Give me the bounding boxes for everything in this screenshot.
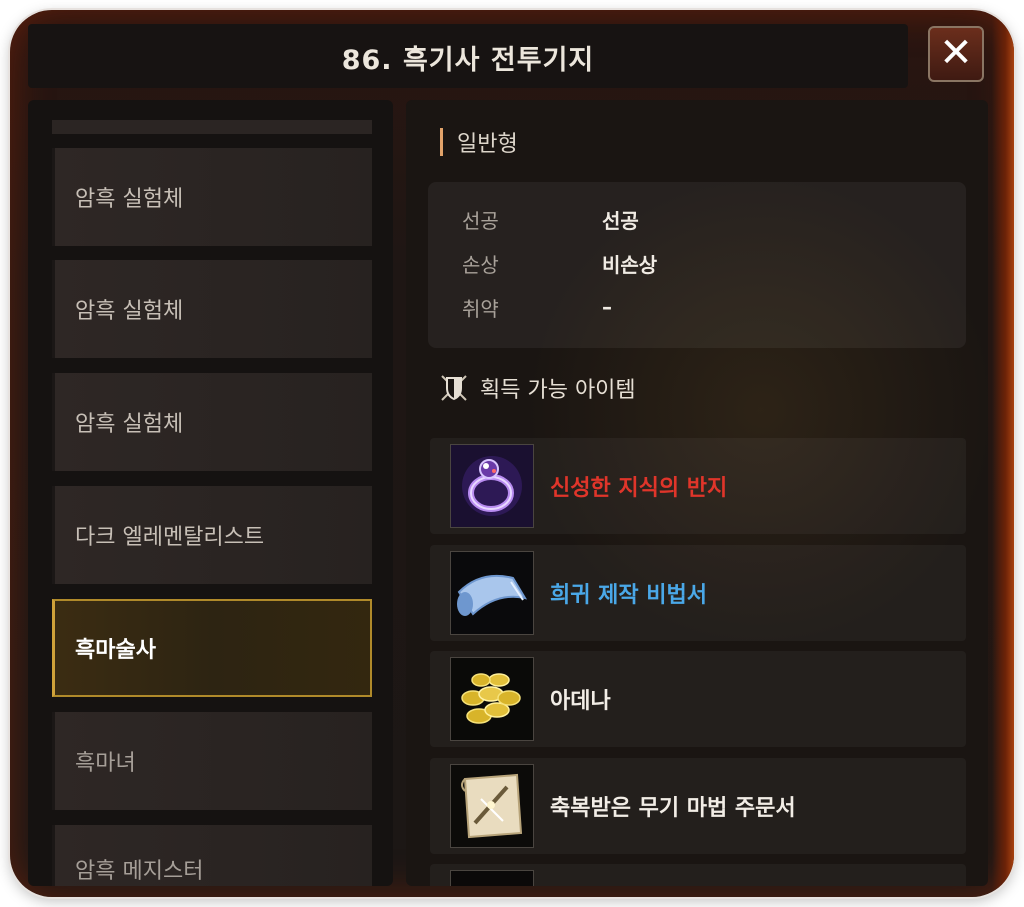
attribute-box: 선공 선공 손상 비손상 취약 –: [428, 182, 966, 348]
monster-name: 흑마녀: [75, 751, 136, 776]
attribute-value: 선공: [602, 208, 639, 233]
attribute-value: –: [602, 295, 612, 319]
title-bar: 86. 흑기사 전투기지: [28, 24, 908, 88]
monster-name: 흑마술사: [75, 638, 156, 663]
purple-ring-icon: [450, 444, 534, 528]
loot-item[interactable]: 신성한 지식의 반지: [430, 438, 966, 534]
monster-item[interactable]: 암흑 실험체: [52, 260, 372, 358]
window-title: 86. 흑기사 전투기지: [341, 45, 595, 76]
item-name: 축복받은 무기 마법 주문서: [550, 796, 796, 821]
gold-coins-icon: [450, 657, 534, 741]
attribute-row: 손상 비손상: [462, 248, 657, 278]
monster-name: 암흑 실험체: [75, 412, 184, 437]
items-heading: 획득 가능 아이템: [480, 378, 636, 403]
monster-detail-panel: 일반형 선공 선공 손상 비손상 취약 – 획득 가능 아이템 신성한 지식의 …: [406, 100, 988, 886]
attribute-row: 선공 선공: [462, 204, 639, 234]
attribute-key: 선공: [462, 208, 499, 233]
attribute-row: 취약 –: [462, 292, 612, 322]
monster-item[interactable]: 암흑 메지스터: [52, 825, 372, 886]
attribute-key: 취약: [462, 296, 499, 321]
loot-item[interactable]: [430, 864, 966, 886]
monster-name: 암흑 실험체: [75, 187, 184, 212]
item-name: 신성한 지식의 반지: [550, 476, 728, 501]
attribute-value: 비손상: [602, 252, 658, 277]
monster-name: 암흑 실험체: [75, 299, 184, 324]
list-scroll-edge: [52, 120, 372, 134]
accent-bar: [440, 128, 443, 156]
item-name: 아데나: [550, 689, 611, 714]
shield-swords-icon: [441, 375, 467, 401]
item-name: 희귀 제작 비법서: [550, 583, 707, 608]
loot-item[interactable]: 축복받은 무기 마법 주문서: [430, 758, 966, 854]
close-button[interactable]: ✕: [928, 26, 984, 82]
monster-item-selected[interactable]: 흑마술사: [52, 599, 372, 697]
monster-name: 다크 엘레멘탈리스트: [75, 525, 265, 550]
monster-type: 일반형: [457, 132, 518, 157]
items-header: 획득 가능 아이템: [438, 372, 636, 404]
monster-name: 암흑 메지스터: [75, 859, 204, 884]
close-icon: ✕: [939, 29, 973, 76]
loot-item[interactable]: 아데나: [430, 651, 966, 747]
monster-type-header: 일반형: [440, 126, 518, 158]
attribute-key: 손상: [462, 252, 499, 277]
monster-list[interactable]: 암흑 실험체 암흑 실험체 암흑 실험체 다크 엘레멘탈리스트 흑마술사 흑마녀…: [28, 100, 393, 886]
monster-item[interactable]: 흑마녀: [52, 712, 372, 810]
parchment-scroll-icon: [450, 764, 534, 848]
monster-item[interactable]: 암흑 실험체: [52, 373, 372, 471]
monster-item[interactable]: 암흑 실험체: [52, 148, 372, 246]
dungeon-info-window: 86. 흑기사 전투기지 ✕ 암흑 실험체 암흑 실험체 암흑 실험체 다크 엘…: [10, 10, 1014, 897]
blue-scroll-icon: [450, 551, 534, 635]
monster-item[interactable]: 다크 엘레멘탈리스트: [52, 486, 372, 584]
item-thumbnail: [450, 870, 534, 886]
loot-item[interactable]: 희귀 제작 비법서: [430, 545, 966, 641]
